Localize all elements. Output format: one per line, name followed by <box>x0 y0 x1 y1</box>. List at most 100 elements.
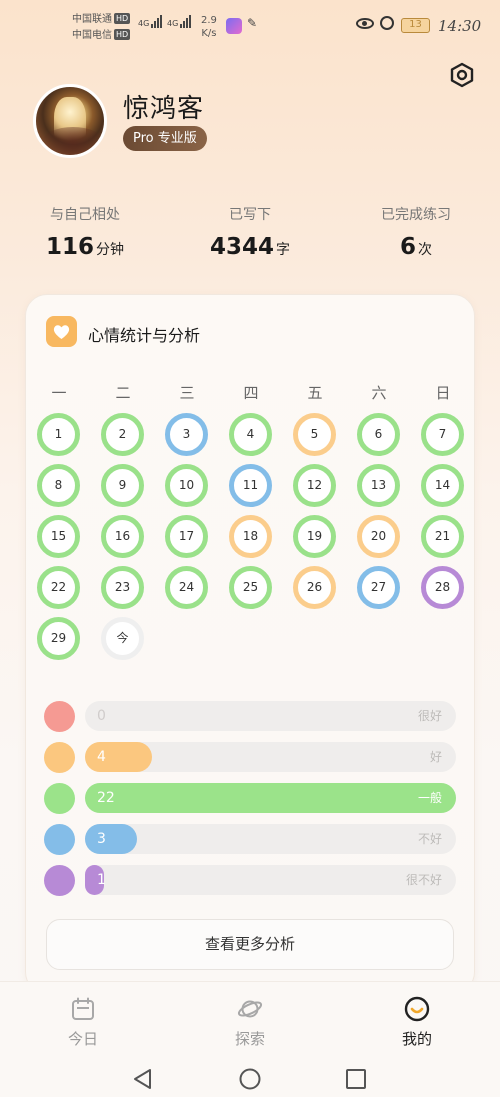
mood-bar-track: 1 很不好 <box>85 865 456 895</box>
hd-badge-2: HD <box>114 29 131 40</box>
calendar-day[interactable]: 11 <box>229 464 272 507</box>
calendar-day[interactable]: 4 <box>229 413 272 456</box>
system-nav-bar <box>0 1059 500 1097</box>
network-type-1: 4G <box>138 19 150 28</box>
mood-label: 不好 <box>417 832 442 846</box>
recents-icon[interactable] <box>345 1068 367 1090</box>
calendar-day[interactable]: 22 <box>37 566 80 609</box>
speed-value: 2.9 <box>201 15 217 26</box>
calendar-day[interactable]: 29 <box>37 617 80 660</box>
calendar-day[interactable]: 9 <box>101 464 144 507</box>
tab-explore[interactable]: 探索 <box>200 982 300 1060</box>
signal-icon-2: 4G <box>167 14 192 28</box>
calendar-day[interactable]: 23 <box>101 566 144 609</box>
calendar-day-today[interactable]: 今 <box>101 617 144 660</box>
stat-words-written: 已写下 4344 字 <box>175 204 325 260</box>
calendar-day[interactable]: 3 <box>165 413 208 456</box>
calendar-day[interactable]: 18 <box>229 515 272 558</box>
stat-value: 4344 字 <box>175 234 325 260</box>
calendar-day[interactable]: 7 <box>421 413 464 456</box>
settings-button[interactable] <box>449 62 475 88</box>
calendar-day[interactable]: 5 <box>293 413 336 456</box>
heart-icon <box>46 316 77 347</box>
calendar-day[interactable]: 2 <box>101 413 144 456</box>
smile-face-icon <box>404 996 430 1022</box>
stat-number: 4344 <box>209 234 274 260</box>
weekday-label: 四 <box>243 384 259 402</box>
stat-number: 6 <box>399 234 416 260</box>
calendar-icon <box>72 997 94 1020</box>
calendar-day[interactable]: 20 <box>357 515 400 558</box>
mood-color-dot <box>44 824 75 855</box>
eye-comfort-icon <box>356 18 374 29</box>
calendar-day[interactable]: 8 <box>37 464 80 507</box>
calendar-day[interactable]: 26 <box>293 566 336 609</box>
calendar-day[interactable]: 10 <box>165 464 208 507</box>
carrier-info: 中国联通 HD 中国电信 HD <box>72 12 131 44</box>
weekday-label: 二 <box>115 384 131 402</box>
home-icon[interactable] <box>239 1068 261 1090</box>
calendar-day[interactable]: 14 <box>421 464 464 507</box>
mood-bar-track: 3 不好 <box>85 824 456 854</box>
tab-today[interactable]: 今日 <box>33 982 133 1060</box>
bottom-tab-bar: 今日 探索 我的 <box>0 981 500 1059</box>
stat-number: 116 <box>45 234 94 260</box>
weekday-label: 六 <box>371 384 387 402</box>
clock: 14:30 <box>438 17 482 35</box>
weekday-label: 一 <box>51 384 67 402</box>
mood-bar-fill <box>85 742 152 772</box>
mood-label: 一般 <box>417 791 442 805</box>
avatar[interactable] <box>33 84 107 158</box>
mood-bar-fill <box>85 783 456 813</box>
mood-count: 4 <box>97 749 106 765</box>
username: 惊鸿客 <box>123 94 205 124</box>
calendar-day[interactable]: 28 <box>421 566 464 609</box>
tab-label: 探索 <box>234 1030 265 1048</box>
planet-icon <box>237 1000 263 1018</box>
mood-color-dot <box>44 865 75 896</box>
mood-card-title: 心情统计与分析 <box>88 326 201 345</box>
calendar-day[interactable]: 24 <box>165 566 208 609</box>
pro-badge[interactable]: Pro 专业版 <box>123 126 207 151</box>
mood-bar-track: 4好 <box>85 742 456 772</box>
calendar-day[interactable]: 19 <box>293 515 336 558</box>
calendar-day[interactable]: 6 <box>357 413 400 456</box>
stat-exercises-completed: 已完成练习 6次 <box>341 204 491 260</box>
mood-color-dot <box>44 742 75 773</box>
calendar-day[interactable]: 21 <box>421 515 464 558</box>
view-more-analysis-button[interactable]: 查看更多分析 <box>46 919 454 970</box>
calendar-day[interactable]: 17 <box>165 515 208 558</box>
hd-badge-1: HD <box>114 13 131 24</box>
calendar-day[interactable]: 12 <box>293 464 336 507</box>
tab-label: 我的 <box>401 1030 432 1048</box>
carrier-2: 中国电信 <box>72 30 112 41</box>
calendar-day[interactable]: 25 <box>229 566 272 609</box>
mood-count: 1 <box>97 872 106 888</box>
tab-mine[interactable]: 我的 <box>367 982 467 1060</box>
stat-label: 已写下 <box>229 207 271 223</box>
stat-label: 已完成练习 <box>381 207 451 223</box>
network-type-2: 4G <box>167 19 179 28</box>
stat-time-with-self: 与自己相处 116 分钟 <box>10 204 160 260</box>
back-icon[interactable] <box>132 1068 154 1090</box>
calendar-day[interactable]: 27 <box>357 566 400 609</box>
stat-value: 6次 <box>341 234 491 260</box>
mood-count: 0 <box>97 708 106 724</box>
mood-color-dot <box>44 783 75 814</box>
mood-color-dot <box>44 701 75 732</box>
mood-bar-track: 22 一般 <box>85 783 456 813</box>
weekday-label: 五 <box>307 384 323 402</box>
stat-value: 116 分钟 <box>10 234 160 260</box>
tab-label: 今日 <box>67 1030 98 1048</box>
calendar-day[interactable]: 15 <box>37 515 80 558</box>
calendar-day[interactable]: 13 <box>357 464 400 507</box>
settings-hexagon-icon <box>450 62 474 88</box>
stat-label: 与自己相处 <box>50 207 120 223</box>
signal-icon-1: 4G <box>138 14 163 28</box>
mood-count: 3 <box>97 831 106 847</box>
speed-unit: K/s <box>201 28 217 39</box>
carrier-1: 中国联通 <box>72 14 112 25</box>
calendar-day[interactable]: 1 <box>37 413 80 456</box>
calendar-day[interactable]: 16 <box>101 515 144 558</box>
mood-count: 22 <box>97 790 115 806</box>
